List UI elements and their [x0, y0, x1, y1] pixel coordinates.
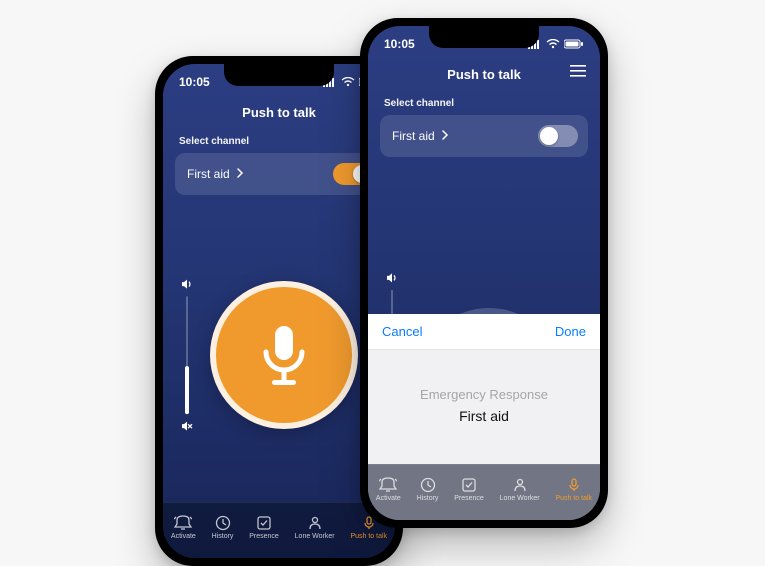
microphone-icon — [256, 322, 312, 388]
status-time: 10:05 — [179, 75, 210, 89]
channel-selector[interactable]: First aid — [380, 115, 588, 157]
check-square-icon — [256, 515, 272, 531]
channel-toggle[interactable] — [538, 125, 578, 147]
volume-high-icon — [181, 278, 193, 290]
check-square-icon — [461, 477, 477, 493]
volume-slider[interactable] — [181, 278, 193, 432]
tab-label: Presence — [249, 533, 279, 540]
menu-button[interactable] — [570, 64, 586, 82]
tab-push-to-talk[interactable]: Push to talk — [555, 477, 592, 502]
tab-activate[interactable]: Activate — [171, 515, 196, 540]
picker-toolbar: Cancel Done — [368, 314, 600, 350]
tab-label: Activate — [171, 533, 196, 540]
bell-alert-icon — [379, 477, 397, 493]
picker-option[interactable]: Emergency Response — [420, 387, 548, 402]
picker-wheel[interactable]: Emergency Response First aid — [368, 350, 600, 460]
wifi-icon — [546, 39, 560, 49]
history-icon — [420, 477, 436, 493]
tab-history[interactable]: History — [212, 515, 234, 540]
page-title: Push to talk — [242, 105, 316, 120]
wifi-icon — [341, 77, 355, 87]
notch — [224, 64, 334, 86]
menu-icon — [570, 65, 586, 77]
page-title: Push to talk — [447, 67, 521, 82]
person-icon — [512, 477, 528, 493]
channel-selector[interactable]: First aid — [175, 153, 383, 195]
device-right: 10:05 Push to talk Select channel First … — [360, 18, 608, 528]
tab-lone-worker[interactable]: Lone Worker — [500, 477, 540, 502]
tab-lone-worker[interactable]: Lone Worker — [295, 515, 335, 540]
toggle-knob — [540, 127, 558, 145]
mic-small-icon — [566, 477, 582, 493]
status-time: 10:05 — [384, 37, 415, 51]
tab-presence[interactable]: Presence — [454, 477, 484, 502]
volume-mute-icon — [181, 420, 193, 432]
tab-presence[interactable]: Presence — [249, 515, 279, 540]
done-button[interactable]: Done — [555, 324, 586, 339]
picker-option-selected[interactable]: First aid — [459, 408, 509, 424]
tab-label: Presence — [454, 495, 484, 502]
channel-name: First aid — [187, 167, 230, 181]
push-to-talk-button[interactable] — [210, 281, 358, 429]
tab-label: Lone Worker — [295, 533, 335, 540]
person-icon — [307, 515, 323, 531]
select-channel-label: Select channel — [368, 86, 600, 115]
cancel-button[interactable]: Cancel — [382, 324, 422, 339]
tab-activate[interactable]: Activate — [376, 477, 401, 502]
tab-label: Activate — [376, 495, 401, 502]
tab-label: History — [417, 495, 439, 502]
header: Push to talk — [368, 62, 600, 86]
tab-label: History — [212, 533, 234, 540]
history-icon — [215, 515, 231, 531]
tab-history[interactable]: History — [417, 477, 439, 502]
tab-label: Push to talk — [555, 495, 592, 502]
notch — [429, 26, 539, 48]
tab-bar: Activate History Presence Lone Worker Pu… — [163, 502, 395, 558]
screen-right: 10:05 Push to talk Select channel First … — [368, 26, 600, 520]
tab-bar: Activate History Presence Lone Worker Pu… — [368, 464, 600, 520]
chevron-right-icon — [236, 165, 244, 183]
volume-high-icon — [386, 272, 398, 284]
channel-name: First aid — [392, 129, 435, 143]
battery-icon — [564, 39, 584, 49]
chevron-right-icon — [441, 127, 449, 145]
tab-label: Push to talk — [350, 533, 387, 540]
bell-alert-icon — [174, 515, 192, 531]
tab-label: Lone Worker — [500, 495, 540, 502]
